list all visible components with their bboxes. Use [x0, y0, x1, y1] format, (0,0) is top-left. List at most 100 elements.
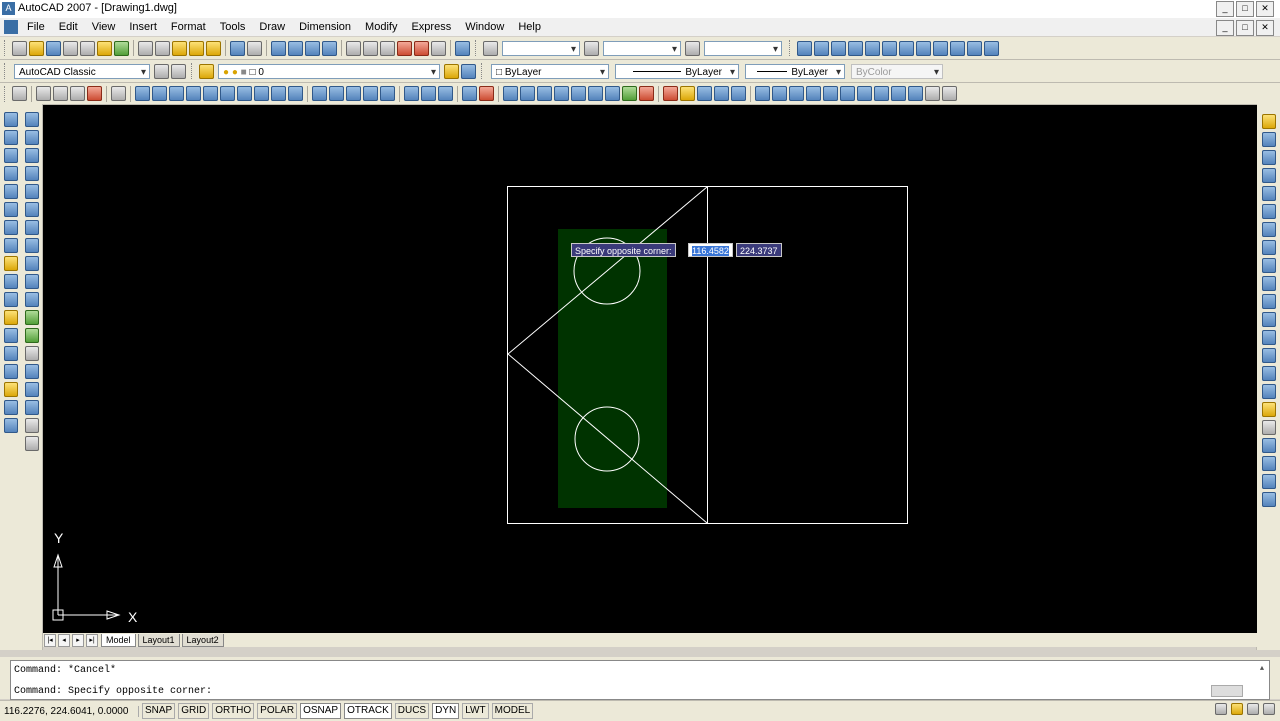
tab-model[interactable]: Model	[101, 633, 136, 647]
arc-icon[interactable]	[25, 202, 39, 217]
table-style-select[interactable]	[704, 40, 782, 57]
model-toggle[interactable]: MODEL	[491, 703, 534, 719]
section-plane-icon[interactable]	[537, 86, 552, 101]
solid-sphere-icon[interactable]	[203, 86, 218, 101]
extrude-icon[interactable]	[312, 86, 327, 101]
workspace-settings-icon[interactable]	[154, 63, 169, 79]
polysolid-icon[interactable]	[135, 86, 150, 101]
tolerance-tool-icon[interactable]	[4, 328, 18, 343]
quick-dim-icon[interactable]	[933, 40, 948, 56]
camera-icon[interactable]	[925, 86, 940, 101]
extract-edges-icon[interactable]	[554, 86, 569, 101]
interfere-icon[interactable]	[503, 86, 518, 101]
center-mark-icon[interactable]	[4, 346, 18, 361]
linear-icon[interactable]	[4, 112, 18, 127]
insert-block-icon[interactable]	[25, 310, 39, 325]
workspace-select[interactable]: AutoCAD Classic	[14, 63, 150, 80]
rectangle-icon[interactable]	[25, 184, 39, 199]
baseline-dim-icon[interactable]	[950, 40, 965, 56]
calculator-icon[interactable]	[431, 40, 446, 56]
clean-screen-icon[interactable]	[1263, 703, 1275, 715]
flatshot-icon[interactable]	[663, 86, 678, 101]
copy-faces-icon[interactable]	[605, 86, 620, 101]
doc-close-button[interactable]: ✕	[1256, 20, 1274, 36]
torus-icon[interactable]	[237, 86, 252, 101]
color-select[interactable]: □ ByLayer	[491, 63, 609, 80]
ordinate-dim-icon[interactable]	[848, 40, 863, 56]
render-icon[interactable]	[680, 86, 695, 101]
bring-above-icon[interactable]	[1262, 474, 1276, 489]
paste-icon[interactable]	[172, 40, 187, 56]
doc-restore-button[interactable]: □	[1236, 20, 1254, 36]
dim-update-icon[interactable]	[4, 400, 18, 415]
make-block-icon[interactable]	[25, 328, 39, 343]
sw-iso-view-icon[interactable]	[857, 86, 872, 101]
bring-to-front-icon[interactable]	[1262, 438, 1276, 453]
circle-icon[interactable]	[25, 220, 39, 235]
ne-iso-view-icon[interactable]	[891, 86, 906, 101]
ellipse-icon[interactable]	[25, 274, 39, 289]
aligned-dim-icon[interactable]	[814, 40, 829, 56]
command-window[interactable]: Command: *Cancel* Command: Specify oppos…	[10, 660, 1270, 700]
copy-icon[interactable]	[155, 40, 170, 56]
text-style-select[interactable]	[502, 40, 580, 57]
plot-preview-icon[interactable]	[80, 40, 95, 56]
front-view-icon[interactable]	[823, 86, 838, 101]
gradient-icon[interactable]	[25, 382, 39, 397]
chamfer-icon[interactable]	[1262, 366, 1276, 381]
undo-icon[interactable]	[230, 40, 245, 56]
scale-icon[interactable]	[1262, 240, 1276, 255]
quick-leader-icon[interactable]	[4, 310, 18, 325]
menu-dimension[interactable]: Dimension	[292, 18, 358, 36]
3d-move-icon[interactable]	[462, 86, 477, 101]
intersect-icon[interactable]	[438, 86, 453, 101]
spline-icon[interactable]	[25, 256, 39, 271]
linetype-select[interactable]: ByLayer	[615, 63, 739, 80]
status-menu-icon[interactable]	[1247, 703, 1259, 715]
polyline-icon[interactable]	[25, 148, 39, 163]
loft-icon[interactable]	[380, 86, 395, 101]
lwt-toggle[interactable]: LWT	[462, 703, 489, 719]
first-tab-icon[interactable]: |◂	[44, 633, 56, 647]
offset-icon[interactable]	[1262, 168, 1276, 183]
menu-window[interactable]: Window	[458, 18, 511, 36]
markup-icon[interactable]	[414, 40, 429, 56]
menu-insert[interactable]: Insert	[122, 18, 164, 36]
menu-view[interactable]: View	[85, 18, 123, 36]
imprint-icon[interactable]	[571, 86, 586, 101]
send-to-back-icon[interactable]	[1262, 456, 1276, 471]
osnap-toggle[interactable]: OSNAP	[300, 703, 342, 719]
right-view-icon[interactable]	[806, 86, 821, 101]
redo-icon[interactable]	[247, 40, 262, 56]
menu-edit[interactable]: Edit	[52, 18, 85, 36]
break-at-point-icon[interactable]	[1262, 312, 1276, 327]
nw-iso-view-icon[interactable]	[908, 86, 923, 101]
copy-edges-icon[interactable]	[622, 86, 637, 101]
extend-icon[interactable]	[1262, 294, 1276, 309]
revolve-icon[interactable]	[363, 86, 378, 101]
3d-orbit-icon[interactable]	[12, 86, 27, 101]
solid-editing-icon[interactable]	[111, 86, 126, 101]
ortho-toggle[interactable]: ORTHO	[212, 703, 255, 719]
scroll-up-icon[interactable]: ▲	[1257, 664, 1267, 674]
solid-box-icon[interactable]	[152, 86, 167, 101]
pyramid-icon[interactable]	[254, 86, 269, 101]
tab-layout2[interactable]: Layout2	[181, 633, 224, 647]
box-icon[interactable]	[36, 86, 51, 101]
draw-order-icon[interactable]	[1262, 420, 1276, 435]
hatch-icon[interactable]	[25, 364, 39, 379]
new-icon[interactable]	[12, 40, 27, 56]
bottom-view-icon[interactable]	[772, 86, 787, 101]
union-icon[interactable]	[404, 86, 419, 101]
diameter-icon[interactable]	[4, 220, 18, 235]
last-tab-icon[interactable]: ▸|	[86, 633, 98, 647]
helix-icon[interactable]	[271, 86, 286, 101]
diameter-dim-icon[interactable]	[899, 40, 914, 56]
3d-dwf-icon[interactable]	[114, 40, 129, 56]
otrack-toggle[interactable]: OTRACK	[344, 703, 392, 719]
menu-help[interactable]: Help	[511, 18, 548, 36]
separate-icon[interactable]	[639, 86, 654, 101]
ellipse-arc-icon[interactable]	[25, 292, 39, 307]
solid-cone-icon[interactable]	[186, 86, 201, 101]
sheet-set-icon[interactable]	[397, 40, 412, 56]
